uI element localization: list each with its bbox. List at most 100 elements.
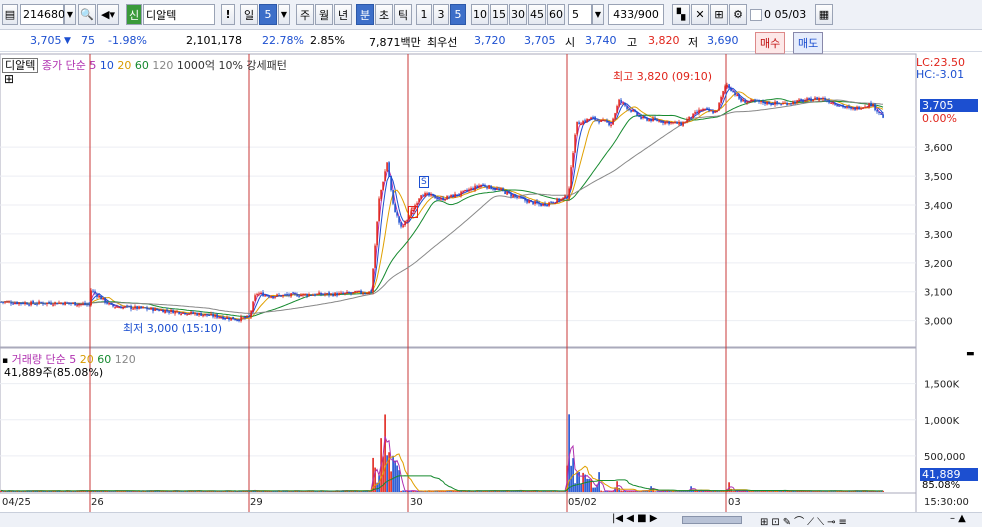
code-dropdown-icon[interactable]: ▼ xyxy=(64,4,76,25)
period-value[interactable]: 5 xyxy=(259,4,277,25)
volume-bar xyxy=(600,490,602,492)
volume-bar xyxy=(574,483,576,492)
interval-10[interactable]: 10 xyxy=(471,4,489,25)
candle-body xyxy=(124,306,126,308)
interval-15[interactable]: 15 xyxy=(490,4,508,25)
sell-button[interactable]: 매도 xyxy=(793,32,824,54)
candle-body xyxy=(538,202,540,205)
search-icon[interactable]: 🔍 xyxy=(78,4,96,25)
scroll-thumb[interactable] xyxy=(682,516,742,524)
candle-body xyxy=(652,118,654,122)
high-price: 3,820 xyxy=(648,34,680,47)
calendar-icon[interactable]: ▦ xyxy=(815,4,833,25)
candle-body xyxy=(856,106,858,110)
buy-button[interactable]: 매수 xyxy=(755,32,786,54)
panel-name[interactable]: 디알텍 xyxy=(2,58,39,73)
candle-body xyxy=(598,121,600,123)
candle-body xyxy=(838,105,840,107)
interval-1[interactable]: 1 xyxy=(416,4,432,25)
interval-45[interactable]: 45 xyxy=(528,4,546,25)
candle-body xyxy=(592,117,594,119)
candle-body xyxy=(554,202,556,204)
drawing-tools-icon[interactable]: ⊞⊡✎⌒⟋⟍⊸≡ xyxy=(760,513,850,528)
candle-body xyxy=(4,301,6,303)
candle-body xyxy=(874,104,876,111)
scroll-controls-icon[interactable]: |◀ ◀ ■ ▶ xyxy=(612,513,657,524)
tab-tick[interactable]: 틱 xyxy=(394,4,412,25)
candle-body xyxy=(662,121,664,123)
candle-body xyxy=(260,292,262,294)
interval-input[interactable]: 5 xyxy=(568,4,592,25)
volume-panel-menu-icon[interactable]: ▬ xyxy=(966,349,975,359)
period-tab-day[interactable]: 일 xyxy=(240,4,258,25)
candle-body xyxy=(176,311,178,313)
tab-month[interactable]: 월 xyxy=(315,4,333,25)
candle-body xyxy=(294,293,296,295)
date-value[interactable]: 05/03 xyxy=(775,8,807,21)
menu-icon[interactable]: ▤ xyxy=(2,4,18,25)
candle-body xyxy=(690,117,692,119)
interval-5[interactable]: 5 xyxy=(450,4,466,25)
candle-body xyxy=(860,108,862,110)
panel-grid-icon[interactable]: ⊞ xyxy=(4,72,14,86)
candle-body xyxy=(370,290,372,293)
open-label: 시 xyxy=(565,36,576,49)
tab-year[interactable]: 년 xyxy=(334,4,352,25)
zoom-controls-icon[interactable]: – ▲ xyxy=(950,513,966,524)
interval-60[interactable]: 60 xyxy=(547,4,565,25)
candle-body xyxy=(642,116,644,119)
chart-area[interactable]: 3,000 3,100 3,200 3,300 3,400 3,500 3,600 500,0… xyxy=(0,52,982,527)
interval-30[interactable]: 30 xyxy=(509,4,527,25)
candle-body xyxy=(82,303,84,305)
candle-body xyxy=(326,293,328,295)
candle-body xyxy=(220,317,222,319)
candle-body xyxy=(170,309,172,312)
date-checkbox[interactable] xyxy=(750,9,762,21)
candle-body xyxy=(702,109,704,111)
candle-body xyxy=(648,119,650,122)
tab-second[interactable]: 초 xyxy=(375,4,393,25)
candle-body xyxy=(438,198,440,200)
candle-body xyxy=(418,198,420,203)
candle-body xyxy=(416,203,418,206)
period-dropdown-icon[interactable]: ▼ xyxy=(278,4,290,25)
time-end-label: 15:30:00 xyxy=(924,497,969,508)
chart-canvas[interactable]: 3,000 3,100 3,200 3,300 3,400 3,500 3,600 500,0… xyxy=(0,52,982,527)
interval-dropdown-icon[interactable]: ▼ xyxy=(592,4,604,25)
candle-body xyxy=(160,309,162,311)
speaker-icon[interactable]: ◀▾ xyxy=(97,4,119,25)
scroll-bar[interactable]: |◀ ◀ ■ ▶ ⊞⊡✎⌒⟋⟍⊸≡ – ▲ xyxy=(0,512,982,528)
candle-body xyxy=(422,195,424,197)
interval-3[interactable]: 3 xyxy=(433,4,449,25)
candle-body xyxy=(570,167,572,189)
candle-body xyxy=(200,313,202,316)
tab-week[interactable]: 주 xyxy=(296,4,314,25)
candle-body xyxy=(240,316,242,322)
candle-body xyxy=(760,100,762,103)
candle-body xyxy=(206,313,208,316)
volume-bar xyxy=(656,491,658,492)
turnover-pct: 22.78% xyxy=(262,34,304,47)
candle-body xyxy=(432,195,434,197)
stock-name[interactable]: 디알텍 xyxy=(143,4,215,25)
candle-body xyxy=(574,134,576,153)
candle-body xyxy=(62,303,64,305)
candle-body xyxy=(210,313,212,316)
tool-chart-icon[interactable]: ⊞ xyxy=(710,4,728,25)
code-input[interactable]: 214680 xyxy=(20,4,65,25)
alert-button[interactable]: ! xyxy=(221,4,235,25)
tool-grid-icon[interactable]: ▚ xyxy=(672,4,690,25)
tab-minute[interactable]: 분 xyxy=(356,4,374,25)
candle-body xyxy=(578,122,580,125)
tool-cross-icon[interactable]: ✕ xyxy=(691,4,709,25)
candle-body xyxy=(736,94,738,96)
candle-body xyxy=(732,90,734,92)
candle-body xyxy=(362,293,364,295)
candle-body xyxy=(498,189,500,191)
candle-body xyxy=(300,294,302,297)
gear-icon[interactable]: ⚙ xyxy=(729,4,747,25)
candle-body xyxy=(274,296,276,298)
candle-body xyxy=(502,188,504,191)
candle-body xyxy=(44,303,46,305)
candle-body xyxy=(118,307,120,309)
